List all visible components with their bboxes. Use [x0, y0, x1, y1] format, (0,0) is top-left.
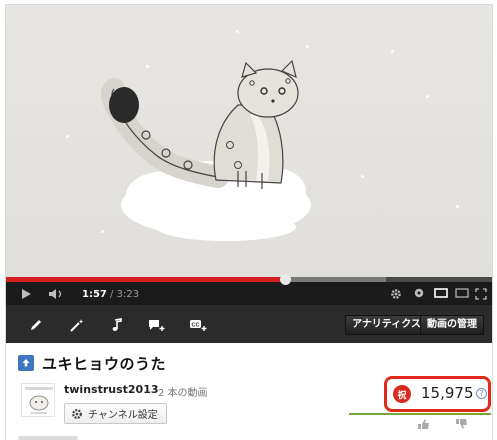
gear-icon[interactable]: [390, 288, 402, 300]
magic-wand-icon[interactable]: [67, 315, 87, 335]
channel-video-count: 2 本の動画: [158, 388, 208, 399]
video-player[interactable]: [6, 5, 492, 277]
time-display: 1:57 / 3:23: [82, 289, 139, 300]
channel-name-link[interactable]: twinstrust2013: [64, 383, 159, 396]
video-manager-button[interactable]: 動画の管理: [420, 315, 484, 335]
like-ratio-bar: [349, 413, 491, 415]
video-title-row: ユキヒョウのうた: [18, 352, 166, 374]
play-icon[interactable]: [20, 288, 32, 300]
channel-settings-label: チャンネル設定: [88, 410, 158, 421]
music-note-icon[interactable]: [107, 315, 127, 335]
fullscreen-icon[interactable]: [475, 288, 487, 300]
small-player-icon[interactable]: [434, 288, 448, 298]
current-time: 1:57: [82, 289, 107, 300]
help-icon[interactable]: ?: [476, 388, 487, 399]
cropped-footer-row: [18, 436, 78, 440]
progress-bar[interactable]: [6, 274, 492, 285]
volume-icon[interactable]: [48, 288, 66, 300]
duration: 3:23: [116, 289, 140, 300]
view-count: 15,975: [421, 384, 474, 402]
add-captions-icon[interactable]: CC: [188, 315, 208, 335]
played-bar: [6, 277, 286, 282]
scrubber-handle[interactable]: [279, 274, 291, 285]
snow-leopard-illustration: [101, 59, 311, 241]
channel-avatar[interactable]: [21, 383, 55, 417]
pencil-icon[interactable]: [26, 315, 46, 335]
time-separator: /: [106, 289, 117, 300]
view-count-highlight: 祝 15,975 ?: [384, 376, 491, 412]
annotations-icon[interactable]: [414, 288, 424, 298]
large-player-icon[interactable]: [455, 288, 469, 298]
svg-text:CC: CC: [192, 322, 200, 328]
video-edit-toolbar: CC アナリティクス 動画の管理: [6, 305, 492, 343]
celebration-badge: 祝: [393, 385, 411, 403]
video-title: ユキヒョウのうた: [42, 354, 167, 373]
youtube-video-page: 1:57 / 3:23 CC アナリティクス 動画の管理 ユキヒョウのうた tw…: [5, 4, 493, 440]
player-controls: 1:57 / 3:23: [6, 274, 492, 305]
analytics-button[interactable]: アナリティクス: [345, 315, 428, 335]
upload-icon: [18, 355, 34, 371]
add-annotation-icon[interactable]: [147, 315, 167, 335]
gear-icon: [71, 408, 83, 420]
like-dislike-icons[interactable]: [416, 418, 476, 433]
channel-settings-button[interactable]: チャンネル設定: [64, 403, 167, 424]
